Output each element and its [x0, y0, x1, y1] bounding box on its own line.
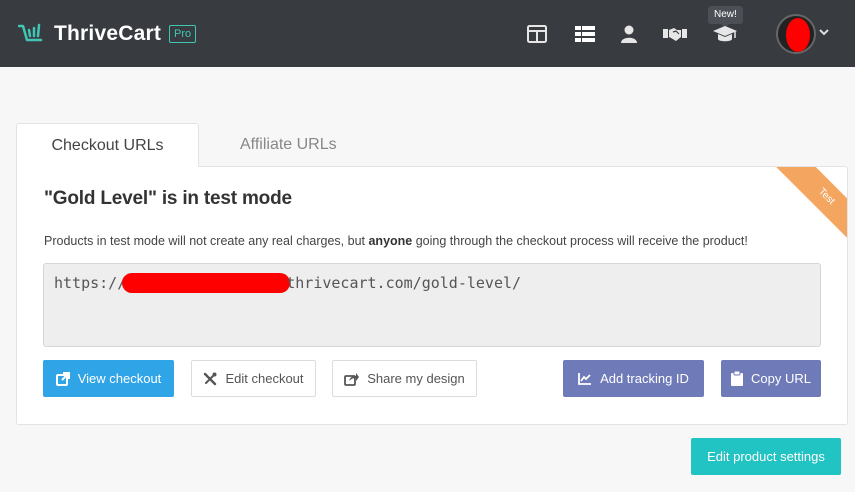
graduation-cap-icon[interactable] [713, 22, 737, 46]
cart-logo-icon [18, 23, 43, 42]
tab-checkout-urls[interactable]: Checkout URLs [16, 123, 199, 167]
description-text-end: going through the checkout process will … [412, 234, 748, 248]
avatar[interactable] [776, 14, 816, 54]
edit-checkout-button[interactable]: Edit checkout [191, 360, 316, 397]
url-redaction [122, 273, 291, 293]
add-tracking-id-button[interactable]: Add tracking ID [563, 360, 704, 397]
test-mode-description: Products in test mode will not create an… [44, 234, 748, 248]
copy-url-label: Copy URL [751, 371, 811, 386]
description-text: Products in test mode will not create an… [44, 234, 369, 248]
test-mode-title: "Gold Level" is in test mode [44, 188, 292, 209]
brand[interactable]: ThriveCart Pro [18, 20, 197, 48]
chevron-down-icon[interactable] [819, 28, 829, 36]
user-icon[interactable] [617, 22, 641, 46]
view-checkout-label: View checkout [77, 371, 162, 386]
checkout-url-panel: Test "Gold Level" is in test mode Produc… [16, 166, 848, 425]
handshake-icon[interactable] [663, 22, 687, 46]
chart-icon [578, 373, 592, 385]
pro-badge: Pro [169, 25, 197, 43]
edit-product-settings-button[interactable]: Edit product settings [691, 438, 841, 475]
brand-name: ThriveCart [54, 22, 162, 45]
clipboard-icon [731, 371, 744, 386]
url-tabs: Checkout URLs Affiliate URLs [16, 123, 337, 167]
tools-icon [204, 372, 217, 385]
layout-icon[interactable] [525, 22, 549, 46]
description-emphasis: anyone [368, 234, 413, 248]
checkout-url-field[interactable]: https:// thrivecart.com/gold-level/ [43, 263, 821, 347]
avatar-redaction [786, 18, 810, 52]
view-checkout-button[interactable]: View checkout [43, 360, 174, 397]
test-ribbon: Test [757, 167, 847, 257]
checkout-url-text: https:// thrivecart.com/gold-level/ [54, 273, 521, 293]
share-design-label: Share my design [367, 371, 465, 386]
edit-checkout-label: Edit checkout [225, 371, 304, 386]
test-ribbon-label: Test [770, 167, 847, 253]
share-design-button[interactable]: Share my design [332, 360, 477, 397]
list-icon[interactable] [573, 22, 597, 46]
copy-url-button[interactable]: Copy URL [721, 360, 821, 397]
url-suffix: thrivecart.com/gold-level/ [286, 274, 522, 292]
share-icon [344, 372, 360, 386]
url-prefix: https:// [54, 274, 127, 292]
top-navbar: ThriveCart Pro New! [0, 0, 855, 67]
tab-affiliate-urls[interactable]: Affiliate URLs [199, 123, 337, 167]
add-tracking-id-label: Add tracking ID [600, 371, 689, 386]
external-link-icon [55, 371, 70, 386]
